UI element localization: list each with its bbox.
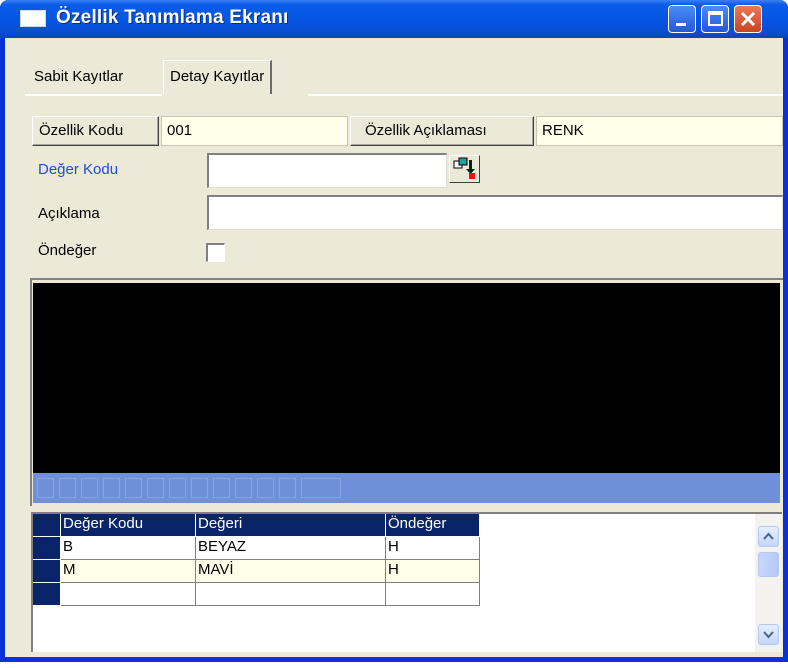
row-indicator[interactable] (33, 537, 61, 560)
deger-kodu-label: Değer Kodu (38, 161, 119, 178)
nav-post-icon[interactable] (191, 478, 208, 498)
ozellik-aciklamasi-value: RENK (536, 116, 783, 146)
grid-cell[interactable]: M (61, 560, 196, 583)
row-indicator[interactable] (33, 560, 61, 583)
grid-cell[interactable] (386, 583, 480, 606)
title-bar[interactable]: Özellik Tanımlama Ekranı (0, 0, 788, 38)
scroll-thumb[interactable] (758, 552, 779, 577)
maximize-button[interactable] (701, 5, 729, 33)
lookup-icon (453, 157, 475, 179)
tab-detay-kayitlar[interactable]: Detay Kayıtlar (163, 60, 273, 94)
ondeger-label: Öndeğer (38, 242, 97, 259)
grid-cell[interactable]: MAVİ (196, 560, 386, 583)
grid-header-degeri[interactable]: Değeri (196, 514, 386, 537)
nav-cancel-icon[interactable] (213, 478, 230, 498)
nav-delete-icon[interactable] (147, 478, 164, 498)
preview-area (33, 283, 780, 473)
ozellik-kodu-value: 001 (161, 116, 348, 146)
scroll-up-button[interactable] (758, 526, 779, 547)
grid-cell[interactable]: B (61, 537, 196, 560)
aciklama-label: Açıklama (38, 205, 100, 222)
ondeger-checkbox[interactable] (206, 243, 225, 262)
window-icon (20, 10, 46, 27)
minimize-icon (676, 23, 686, 26)
grid-header-deger-kodu[interactable]: Değer Kodu (61, 514, 196, 537)
grid-cell[interactable]: BEYAZ (196, 537, 386, 560)
tab-underline (25, 94, 162, 96)
ozellik-kodu-label: Özellik Kodu (32, 116, 159, 146)
window-title: Özellik Tanımlama Ekranı (56, 7, 289, 28)
detail-grid[interactable]: Değer Kodu Değeri Öndeğer B BEYAZ H M MA… (31, 512, 782, 652)
chevron-down-icon (763, 631, 774, 639)
nav-first-icon[interactable] (37, 478, 54, 498)
grid-cell[interactable]: H (386, 560, 480, 583)
row-indicator[interactable] (33, 583, 61, 606)
nav-insert-icon[interactable] (125, 478, 142, 498)
chevron-up-icon (763, 532, 774, 540)
nav-last-icon[interactable] (103, 478, 120, 498)
nav-edit-icon[interactable] (169, 478, 186, 498)
deger-kodu-input[interactable] (207, 153, 447, 188)
window-bottom-border (0, 657, 788, 662)
ozellik-aciklamasi-label: Özellik Açıklaması (350, 116, 534, 146)
grid-header-ondeger[interactable]: Öndeğer (386, 514, 480, 537)
maximize-icon (708, 11, 723, 26)
scroll-down-button[interactable] (758, 624, 779, 645)
aciklama-input[interactable] (207, 195, 783, 230)
nav-next-icon[interactable] (81, 478, 98, 498)
grid-cell[interactable] (196, 583, 386, 606)
close-button[interactable] (734, 5, 762, 33)
tab-sabit-kayitlar[interactable]: Sabit Kayıtlar (28, 64, 129, 88)
nav-refresh-icon[interactable] (235, 478, 252, 498)
grid-corner (33, 514, 61, 537)
navigator-bar (33, 473, 780, 503)
minimize-button[interactable] (668, 5, 696, 33)
close-icon (740, 11, 756, 27)
nav-load-icon[interactable] (257, 478, 274, 498)
lookup-button[interactable] (449, 155, 480, 183)
grid-cell[interactable] (61, 583, 196, 606)
nav-extra-icon[interactable] (301, 478, 341, 498)
nav-prior-icon[interactable] (59, 478, 76, 498)
nav-save-icon[interactable] (279, 478, 296, 498)
vertical-scrollbar[interactable] (755, 514, 782, 652)
grid-cell[interactable]: H (386, 537, 480, 560)
tab-underline-right (308, 94, 783, 96)
